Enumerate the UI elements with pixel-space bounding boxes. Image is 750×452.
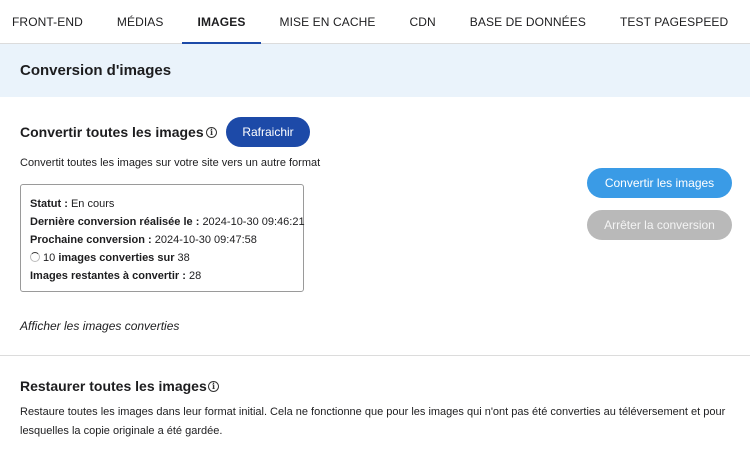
- tab-base-de-donnees[interactable]: BASE DE DONNÉES: [470, 0, 586, 44]
- status-label: Statut :: [30, 198, 68, 210]
- converted-total: 38: [177, 252, 190, 264]
- next-conversion-value: 2024-10-30 09:47:58: [154, 234, 257, 246]
- remaining-line: Images restantes à convertir : 28: [30, 267, 303, 285]
- remaining-label: Images restantes à convertir :: [30, 270, 186, 282]
- convert-description: Convertit toutes les images sur votre si…: [20, 157, 321, 169]
- convert-images-button[interactable]: Convertir les images: [587, 168, 732, 198]
- tab-images[interactable]: IMAGES: [181, 0, 262, 45]
- next-conversion-line: Prochaine conversion : 2024-10-30 09:47:…: [30, 231, 303, 249]
- info-icon[interactable]: i: [208, 381, 219, 392]
- last-conversion-value: 2024-10-30 09:46:21: [202, 216, 305, 228]
- tab-test-pagespeed[interactable]: TEST PAGESPEED: [620, 0, 728, 44]
- section-title: Conversion d'images: [20, 62, 172, 79]
- status-value: En cours: [70, 198, 115, 210]
- last-conversion-line: Dernière conversion réalisée le : 2024-1…: [30, 213, 305, 231]
- convert-title: Convertir toutes les images: [20, 124, 204, 140]
- status-line: Statut : En cours: [30, 195, 303, 213]
- tab-cdn[interactable]: CDN: [409, 0, 435, 44]
- next-conversion-label: Prochaine conversion :: [30, 234, 152, 246]
- tab-bar: FRONT-END MÉDIAS IMAGES MISE EN CACHE CD…: [0, 0, 750, 45]
- info-icon[interactable]: i: [206, 127, 217, 138]
- converted-count: 10: [43, 252, 56, 264]
- show-converted-link[interactable]: Afficher les images converties: [20, 319, 179, 333]
- section-divider: [0, 355, 750, 356]
- tab-front-end[interactable]: FRONT-END: [12, 0, 83, 44]
- tab-mise-en-cache[interactable]: MISE EN CACHE: [279, 0, 375, 44]
- remaining-value: 28: [188, 270, 202, 282]
- section-header: Conversion d'images: [0, 44, 750, 97]
- restore-description: Restaure toutes les images dans leur for…: [20, 406, 726, 437]
- tab-medias[interactable]: MÉDIAS: [117, 0, 164, 44]
- stop-conversion-button[interactable]: Arrêter la conversion: [587, 210, 732, 240]
- refresh-button[interactable]: Rafraichir: [226, 117, 310, 147]
- last-conversion-label: Dernière conversion réalisée le :: [30, 216, 200, 228]
- restore-title: Restaurer toutes les images: [20, 378, 207, 394]
- converted-label: images converties sur: [58, 252, 175, 264]
- spinner-icon: [30, 252, 40, 262]
- status-box: Statut : En cours Dernière conversion ré…: [20, 184, 305, 292]
- converted-count-line: 10 images converties sur 38: [30, 249, 303, 267]
